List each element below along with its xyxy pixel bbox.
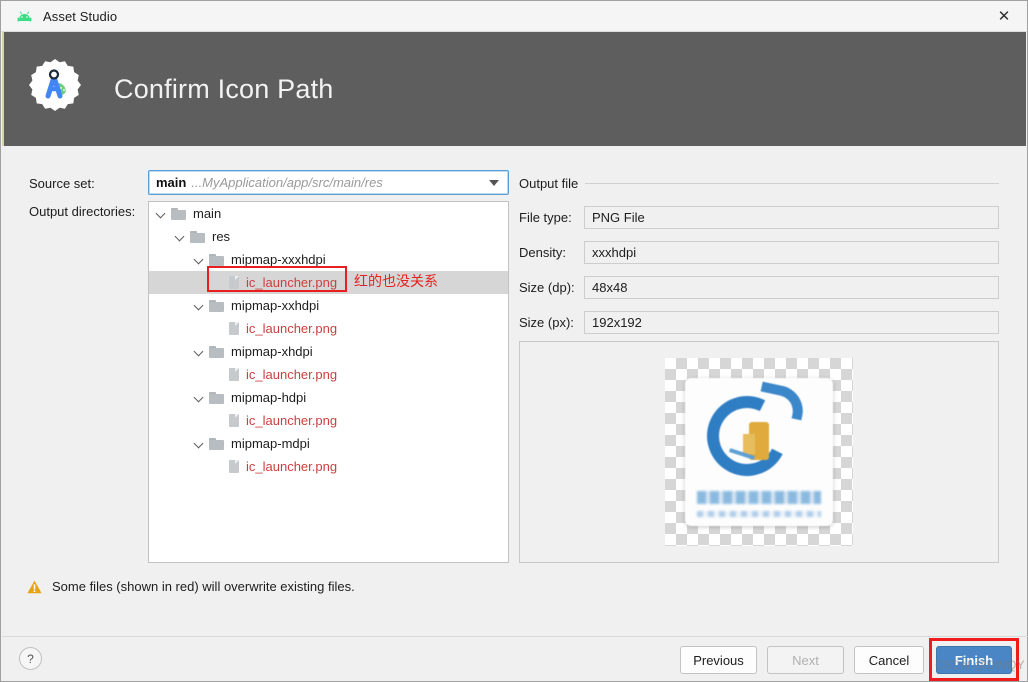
density-value: xxxhdpi [584, 241, 999, 264]
finish-button[interactable]: Finish [936, 646, 1012, 674]
tree-node-label: mipmap-xhdpi [231, 344, 313, 359]
output-file-legend: Output file [519, 176, 586, 191]
next-button: Next [767, 646, 844, 674]
tree-node-label: main [193, 206, 222, 221]
file-icon [228, 275, 240, 290]
warning-triangle-icon [27, 580, 42, 594]
dialog-banner: Confirm Icon Path [2, 32, 1026, 146]
source-set-label: Source set: [29, 176, 95, 191]
banner-left-strip [2, 32, 4, 146]
folder-icon [209, 299, 225, 312]
chevron-down-icon[interactable] [193, 391, 206, 404]
tree-node-label: res [212, 229, 231, 244]
tree-node-label: mipmap-mdpi [231, 436, 310, 451]
file-type-label: File type: [519, 210, 572, 225]
tree-folder-row[interactable]: mipmap-mdpi [149, 432, 508, 455]
folder-icon [171, 207, 187, 220]
folder-icon [209, 253, 225, 266]
tree-node-label: ic_launcher.png [246, 459, 338, 474]
footer-divider [2, 636, 1028, 637]
cancel-button[interactable]: Cancel [854, 646, 924, 674]
tree-node-label: mipmap-hdpi [231, 390, 307, 405]
size-px-label: Size (px): [519, 315, 574, 330]
chevron-down-icon[interactable] [193, 253, 206, 266]
transparency-checkerboard [665, 358, 853, 546]
overwrite-warning-text: Some files (shown in red) will overwrite… [52, 579, 355, 594]
close-icon[interactable]: ✕ [981, 1, 1027, 31]
tree-folder-row[interactable]: mipmap-hdpi [149, 386, 508, 409]
preview-gold-shape-2 [743, 434, 755, 454]
file-icon [228, 459, 240, 474]
size-dp-value: 48x48 [584, 276, 999, 299]
tree-node-label: ic_launcher.png [246, 367, 338, 382]
tree-file-row[interactable]: ic_launcher.png [149, 317, 508, 340]
source-set-value: main [156, 175, 187, 190]
output-directories-label: Output directories: [29, 204, 136, 219]
page-title: Confirm Icon Path [114, 73, 334, 104]
tree-file-row[interactable]: ic_launcher.png [149, 363, 508, 386]
tree-folder-row[interactable]: res [149, 225, 508, 248]
asset-studio-dialog: Asset Studio ✕ Confirm Icon Path Source … [0, 0, 1028, 682]
overwrite-warning: Some files (shown in red) will overwrite… [27, 579, 355, 594]
annotation-note: 红的也没关系 [354, 274, 438, 290]
chevron-down-icon[interactable] [193, 299, 206, 312]
file-icon [228, 367, 240, 382]
tree-node-label: mipmap-xxhdpi [231, 298, 320, 313]
chevron-down-icon[interactable] [174, 230, 187, 243]
tree-file-row[interactable]: ic_launcher.png [149, 409, 508, 432]
output-file-divider [519, 183, 999, 184]
chevron-down-icon[interactable] [193, 437, 206, 450]
tree-file-row[interactable]: ic_launcher.png [149, 455, 508, 478]
chevron-down-icon[interactable] [155, 207, 168, 220]
size-px-value: 192x192 [584, 311, 999, 334]
source-set-path: ...MyApplication/app/src/main/res [191, 175, 383, 190]
help-button[interactable]: ? [19, 647, 42, 670]
tree-node-label: ic_launcher.png [246, 275, 338, 290]
folder-icon [209, 345, 225, 358]
tree-folder-row[interactable]: main [149, 202, 508, 225]
tree-folder-row[interactable]: mipmap-xhdpi [149, 340, 508, 363]
window-title: Asset Studio [43, 8, 118, 24]
preview-subline [697, 511, 821, 517]
folder-icon [209, 391, 225, 404]
icon-preview-panel [519, 341, 999, 563]
tree-node-label: mipmap-xxxhdpi [231, 252, 326, 267]
file-icon [228, 321, 240, 336]
folder-icon [209, 437, 225, 450]
density-label: Density: [519, 245, 566, 260]
tree-node-label: ic_launcher.png [246, 413, 338, 428]
folder-icon [190, 230, 206, 243]
android-icon [15, 8, 33, 24]
launcher-icon-preview [685, 378, 833, 526]
tree-folder-row[interactable]: mipmap-xxxhdpi [149, 248, 508, 271]
source-set-combobox[interactable]: main ...MyApplication/app/src/main/res [148, 170, 509, 195]
previous-button[interactable]: Previous [680, 646, 757, 674]
output-directories-tree[interactable]: main res mipmap-xxxhdpi ic_launcher.png mipm… [148, 201, 509, 563]
size-dp-label: Size (dp): [519, 280, 575, 295]
chevron-down-icon[interactable] [193, 345, 206, 358]
tree-folder-row[interactable]: mipmap-xxhdpi [149, 294, 508, 317]
asset-studio-icon [24, 58, 86, 120]
tree-file-row[interactable]: ic_launcher.png [149, 271, 508, 294]
file-type-value: PNG File [584, 206, 999, 229]
window-titlebar: Asset Studio ✕ [1, 1, 1027, 32]
file-icon [228, 413, 240, 428]
tree-node-label: ic_launcher.png [246, 321, 338, 336]
chevron-down-icon[interactable] [489, 180, 499, 186]
preview-wordmark [697, 491, 821, 504]
